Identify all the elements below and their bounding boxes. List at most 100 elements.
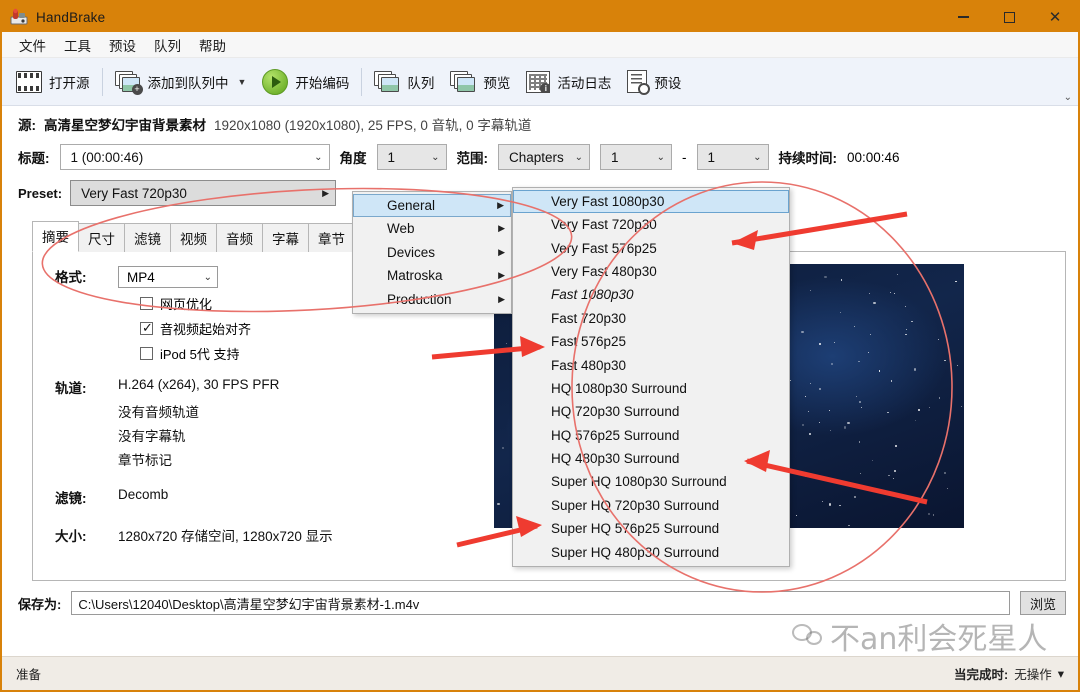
preset-item-14[interactable]: Super HQ 576p25 Surround: [513, 517, 789, 540]
range-label: 范围:: [456, 151, 489, 166]
activity-log-label: 活动日志: [557, 75, 612, 91]
menu-help[interactable]: 帮助: [190, 32, 235, 58]
web-optimized-label: 网页优化: [160, 297, 213, 312]
chevron-down-icon: ⌄: [431, 151, 440, 163]
close-button[interactable]: ✕: [1032, 2, 1078, 32]
preset-item-5[interactable]: Fast 720p30: [513, 307, 789, 330]
angle-value: 1: [387, 149, 396, 165]
tracks-row: 轨道: H.264 (x264), 30 FPS PFR: [33, 377, 393, 397]
presets-icon: [627, 70, 651, 95]
range-value: Chapters: [509, 149, 564, 165]
when-done-group[interactable]: 当完成时: 无操作 ▾: [954, 664, 1064, 683]
tab-video[interactable]: 视频: [170, 223, 217, 252]
tab-subtitles[interactable]: 字幕: [262, 223, 309, 252]
track-video-value: H.264 (x264), 30 FPS PFR: [118, 377, 280, 392]
toolbar-overflow-chevron-icon[interactable]: ⌄: [1064, 92, 1072, 103]
activity-log-button[interactable]: i 活动日志: [518, 62, 619, 102]
maximize-button[interactable]: [986, 2, 1032, 32]
chapter-start-select[interactable]: 1 ⌄: [600, 144, 672, 170]
menu-queue[interactable]: 队列: [145, 32, 190, 58]
preset-category-devices[interactable]: Devices ▶: [353, 241, 511, 265]
film-icon: [16, 70, 42, 93]
title-row: 标题: 1 (00:00:46) ⌄ 角度 1 ⌄ 范围: Chapters ⌄…: [2, 138, 1078, 176]
format-label: 格式:: [55, 270, 87, 285]
align-av-row[interactable]: 音视频起始对齐: [140, 319, 393, 338]
preset-item-1[interactable]: Very Fast 720p30: [513, 213, 789, 236]
preset-dropdown-button[interactable]: Very Fast 720p30 ▶: [70, 180, 337, 206]
preset-category-web[interactable]: Web ▶: [353, 217, 511, 241]
add-to-queue-button[interactable]: + 添加到队列中 ▼: [107, 62, 255, 102]
ipod-support-label: iPod 5代 支持: [160, 347, 240, 362]
chapter-start-value: 1: [611, 149, 619, 165]
preset-item-10[interactable]: HQ 576p25 Surround: [513, 424, 789, 447]
wechat-logo-icon: [792, 622, 826, 650]
preset-item-0[interactable]: Very Fast 1080p30: [513, 190, 789, 213]
chapter-end-select[interactable]: 1 ⌄: [696, 144, 769, 170]
preset-item-8[interactable]: HQ 1080p30 Surround: [513, 377, 789, 400]
align-av-checkbox[interactable]: [140, 320, 153, 336]
preset-label: Preset:: [18, 185, 63, 201]
chevron-down-icon: ⌄: [656, 151, 665, 163]
ipod-support-row[interactable]: iPod 5代 支持: [140, 344, 393, 363]
presets-label: 预设: [654, 75, 682, 91]
gear-icon: [638, 83, 651, 95]
range-select[interactable]: Chapters ⌄: [498, 144, 590, 170]
preset-item-15[interactable]: Super HQ 480p30 Surround: [513, 540, 789, 563]
status-text: 准备: [16, 668, 42, 682]
preview-button[interactable]: 预览: [442, 62, 518, 102]
preset-category-matroska[interactable]: Matroska ▶: [353, 264, 511, 288]
activity-log-icon: i: [526, 70, 551, 93]
tab-summary[interactable]: 摘要: [32, 221, 79, 252]
menu-file[interactable]: 文件: [10, 32, 55, 58]
minimize-button[interactable]: [940, 2, 986, 32]
title-select[interactable]: 1 (00:00:46) ⌄: [59, 144, 330, 170]
preset-category-general[interactable]: General ▶: [353, 194, 511, 217]
ipod-support-checkbox[interactable]: [140, 347, 153, 360]
tab-filters[interactable]: 滤镜: [124, 223, 171, 252]
preset-item-11[interactable]: HQ 480p30 Surround: [513, 447, 789, 470]
destination-path-input[interactable]: C:\Users\12040\Desktop\高清星空梦幻宇宙背景素材-1.m4…: [71, 591, 1010, 615]
preset-item-6[interactable]: Fast 576p25: [513, 330, 789, 353]
toolbar-separator: [101, 67, 103, 96]
tab-audio[interactable]: 音频: [216, 223, 263, 252]
open-source-button[interactable]: 打开源: [8, 62, 98, 102]
presets-button[interactable]: 预设: [619, 62, 689, 102]
preview-icon: [450, 70, 476, 93]
preset-category-label: Web: [387, 221, 415, 237]
tab-dimensions[interactable]: 尺寸: [78, 223, 125, 252]
format-row: 格式: MP4 ⌄: [33, 266, 393, 288]
preset-item-7[interactable]: Fast 480p30: [513, 353, 789, 376]
chevron-right-icon: ▶: [498, 223, 505, 234]
preset-item-12[interactable]: Super HQ 1080p30 Surround: [513, 470, 789, 493]
chevron-down-icon[interactable]: ▼: [238, 77, 247, 87]
menu-tools[interactable]: 工具: [55, 32, 100, 58]
open-source-label: 打开源: [49, 75, 90, 91]
toolbar: 打开源 + 添加到队列中 ▼ 开始编码 队列 预览 i 活动日志 预设 ⌄: [2, 58, 1078, 106]
chevron-right-icon: ▶: [498, 246, 505, 257]
format-value: MP4: [127, 269, 155, 285]
chevron-down-icon: ⌄: [574, 151, 583, 163]
preset-category-label: General: [387, 198, 436, 213]
browse-button[interactable]: 浏览: [1020, 591, 1066, 615]
menu-presets[interactable]: 预设: [100, 32, 145, 58]
duration-value: 00:00:46: [847, 149, 900, 165]
track-chapters-value: 章节标记: [118, 453, 172, 468]
range-dash: -: [682, 149, 687, 165]
preset-category-production[interactable]: Production ▶: [353, 288, 511, 312]
preset-item-13[interactable]: Super HQ 720p30 Surround: [513, 494, 789, 517]
preset-item-2[interactable]: Very Fast 576p25: [513, 236, 789, 259]
queue-button[interactable]: 队列: [366, 62, 442, 102]
preset-item-4[interactable]: Fast 1080p30: [513, 283, 789, 306]
tab-chapters[interactable]: 章节: [308, 223, 355, 252]
play-icon: [262, 68, 289, 95]
start-encode-button[interactable]: 开始编码: [254, 62, 357, 102]
format-select[interactable]: MP4 ⌄: [118, 266, 218, 288]
web-optimized-checkbox[interactable]: [140, 297, 153, 310]
menu-bar: 文件 工具 预设 队列 帮助: [2, 32, 1078, 58]
preset-category-label: Production: [387, 291, 452, 307]
filters-label: 滤镜:: [55, 491, 87, 506]
preset-item-9[interactable]: HQ 720p30 Surround: [513, 400, 789, 423]
summary-content: 格式: MP4 ⌄ 网页优化 音视频起始对齐 iPod 5代 支持: [33, 252, 393, 580]
preset-item-3[interactable]: Very Fast 480p30: [513, 260, 789, 283]
angle-select[interactable]: 1 ⌄: [376, 144, 447, 170]
